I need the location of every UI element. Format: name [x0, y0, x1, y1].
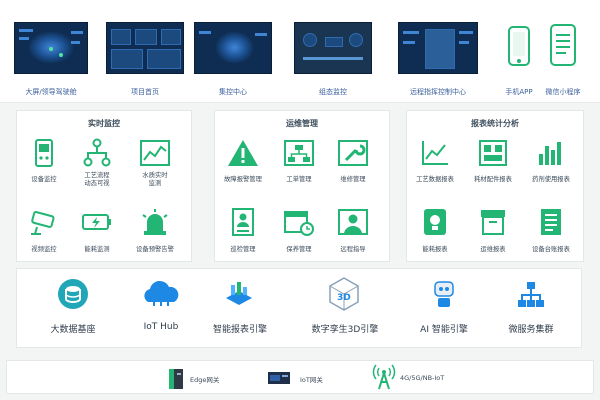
feature-label: 水质实时 监测 — [142, 172, 168, 187]
maintenance-calendar-icon[interactable] — [282, 207, 316, 237]
bottom-label: Edge网关 — [190, 376, 220, 384]
edge-gateway-icon[interactable] — [166, 365, 186, 391]
panel-title: 报表统计分析 — [471, 119, 519, 128]
alarm-light-icon[interactable] — [138, 207, 172, 237]
feature-label: 能耗监测 — [84, 246, 110, 253]
svg-text:3D: 3D — [337, 293, 351, 303]
water-quality-chart-icon[interactable] — [138, 138, 172, 168]
report-engine-icon[interactable] — [222, 278, 256, 312]
device-monitor-icon[interactable] — [27, 138, 61, 168]
3d-cube-icon[interactable]: 3D — [328, 276, 360, 312]
top-item-label: 手机APP — [505, 88, 533, 96]
feature-label: 维修管理 — [340, 176, 366, 183]
top-item-label: 组态监控 — [319, 88, 347, 96]
top-item-label: 项目首页 — [131, 88, 159, 96]
feature-label: 故障报警管理 — [224, 176, 262, 183]
platform-label: 微服务集群 — [508, 325, 554, 335]
top-item-label: 集控中心 — [219, 88, 247, 96]
microservice-cluster-icon[interactable] — [516, 280, 546, 310]
bar-chart-icon[interactable] — [534, 138, 568, 168]
mobile-app-icon[interactable] — [508, 26, 530, 66]
feature-label: 巡检管理 — [230, 246, 256, 253]
platform-layer — [16, 268, 582, 348]
line-chart-icon[interactable] — [418, 138, 452, 168]
panel-reports — [406, 110, 584, 262]
bottom-label: IoT网关 — [300, 376, 323, 384]
wrench-icon[interactable] — [336, 138, 370, 168]
feature-label: 视频监控 — [31, 246, 57, 253]
wechat-miniprogram-icon[interactable] — [550, 24, 576, 66]
antenna-icon[interactable] — [372, 363, 396, 391]
platform-label: 大数据基座 — [50, 325, 96, 335]
battery-icon[interactable] — [80, 207, 114, 237]
scada-thumbnail[interactable] — [294, 22, 372, 74]
feature-label: 保养管理 — [286, 246, 312, 253]
feature-label: 耗材配件报表 — [474, 176, 512, 183]
feature-label: 工艺流程 动态可视 — [84, 172, 110, 187]
top-item-label: 微信小程序 — [545, 88, 581, 96]
top-item-label: 大屏/领导驾驶舱 — [25, 88, 77, 96]
iot-gateway-icon[interactable] — [264, 368, 294, 388]
panel-operations — [214, 110, 390, 262]
bottom-label: 4G/5G/NB-IoT — [400, 374, 445, 382]
feature-label: 设备预警告警 — [136, 246, 174, 253]
parts-board-icon[interactable] — [476, 138, 510, 168]
dashboard-map-thumbnail[interactable] — [14, 22, 88, 74]
process-flow-icon[interactable] — [80, 138, 114, 168]
project-dashboard-thumbnail[interactable] — [106, 22, 184, 74]
bulb-icon[interactable] — [418, 207, 452, 237]
feature-label: 工艺数据报表 — [416, 176, 454, 183]
platform-label: AI 智能引擎 — [420, 325, 468, 335]
camera-icon[interactable] — [27, 207, 61, 237]
org-chart-icon[interactable] — [282, 138, 316, 168]
feature-label: 设备台账报表 — [532, 246, 570, 253]
warning-icon[interactable] — [226, 138, 260, 168]
panel-title: 实时监控 — [88, 119, 120, 128]
panel-title: 运维管理 — [286, 119, 318, 128]
feature-label: 能耗报表 — [422, 246, 448, 253]
platform-label: 数字孪生3D引擎 — [311, 325, 379, 335]
platform-label: 智能报表引擎 — [212, 325, 268, 335]
database-icon[interactable] — [57, 278, 89, 310]
ai-robot-icon[interactable] — [430, 278, 458, 310]
top-item-label: 远程指挥控制中心 — [410, 88, 466, 96]
remote-guide-person-icon[interactable] — [336, 207, 370, 237]
control-center-map-thumbnail[interactable] — [194, 22, 272, 74]
archive-box-icon[interactable] — [476, 207, 510, 237]
ledger-document-icon[interactable] — [534, 207, 568, 237]
feature-label: 运维报表 — [480, 246, 506, 253]
platform-label: IoT Hub — [143, 322, 179, 332]
cloud-network-icon[interactable] — [140, 280, 182, 308]
command-center-thumbnail[interactable] — [398, 22, 478, 74]
feature-label: 工单管理 — [286, 176, 312, 183]
feature-label: 远程指导 — [340, 246, 366, 253]
feature-label: 药剂使用报表 — [532, 176, 570, 183]
inspection-card-icon[interactable] — [226, 207, 260, 237]
feature-label: 设备监控 — [31, 176, 57, 183]
